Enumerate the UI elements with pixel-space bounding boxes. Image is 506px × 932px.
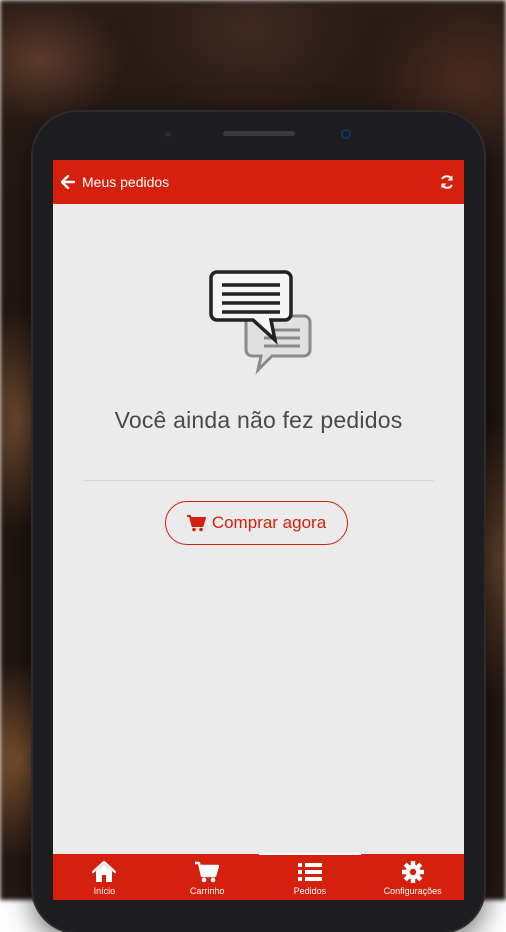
- gear-icon: [401, 861, 424, 883]
- nav-item-orders[interactable]: Pedidos: [258, 853, 362, 900]
- empty-orders-message: Você ainda não fez pedidos: [114, 407, 403, 433]
- top-app-bar: Meus pedidos: [53, 160, 464, 204]
- nav-item-home[interactable]: Início: [53, 854, 156, 900]
- refresh-icon[interactable]: [439, 174, 455, 190]
- nav-label-settings: Configurações: [383, 886, 442, 896]
- nav-item-settings[interactable]: Configurações: [361, 854, 464, 900]
- nav-label-home: Início: [93, 886, 116, 896]
- app-screen: Meus pedidos Você ainda não fez pedidos: [53, 160, 464, 900]
- buy-now-label: Comprar agora: [211, 513, 327, 532]
- buy-now-button[interactable]: Comprar agora: [165, 501, 348, 545]
- nav-label-orders: Pedidos: [293, 886, 327, 896]
- divider: [83, 480, 434, 481]
- chat-bubbles-icon: [209, 270, 312, 375]
- nav-label-cart: Carrinho: [189, 886, 225, 896]
- home-icon: [92, 861, 117, 882]
- back-button[interactable]: Meus pedidos: [61, 174, 169, 190]
- cart-icon: [186, 514, 206, 531]
- earpiece-speaker: [223, 131, 295, 136]
- front-camera: [341, 129, 351, 139]
- cart-icon: [195, 861, 220, 883]
- arrow-left-icon: [61, 175, 75, 189]
- nav-item-cart[interactable]: Carrinho: [156, 854, 259, 900]
- list-icon: [297, 863, 322, 881]
- page-title: Meus pedidos: [82, 174, 170, 190]
- proximity-sensor: [165, 131, 171, 137]
- bottom-navigation: Início Carrinho Pedidos Configurações: [53, 853, 464, 900]
